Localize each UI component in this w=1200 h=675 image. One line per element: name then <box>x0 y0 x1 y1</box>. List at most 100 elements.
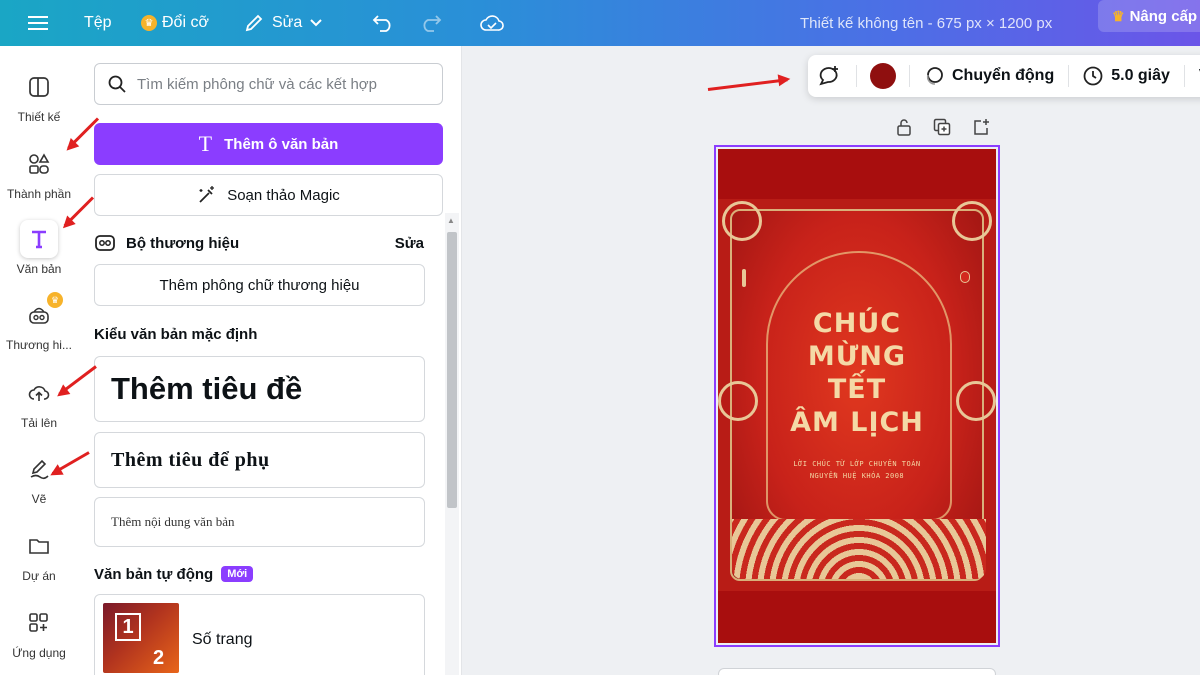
rail-label: Tải lên <box>20 416 58 430</box>
animate-label: Chuyển động <box>952 67 1055 84</box>
duration-label: 5.0 giây <box>1111 67 1170 84</box>
rail-item-apps[interactable]: Ứng dụng <box>0 604 78 675</box>
edit-menu[interactable]: Sửa <box>244 0 322 46</box>
color-swatch[interactable] <box>870 63 896 89</box>
rail-item-draw[interactable]: Vẽ <box>0 450 78 522</box>
text-icon: T <box>198 131 213 156</box>
crown-icon: ♛ <box>47 292 63 308</box>
page-numbers-thumbnail: 1 2 <box>103 603 179 673</box>
greeting-subtitle[interactable]: LỜI CHÚC TỪ LỚP CHUYÊN TOÁN NGUYỄN HUỆ K… <box>718 458 996 482</box>
upgrade-label: Nâng cấp <box>1129 7 1198 25</box>
page-numbers-card[interactable]: 1 2 Số trang <box>94 594 425 675</box>
add-subheading-button[interactable]: Thêm tiêu để phụ <box>94 432 425 488</box>
add-page-icon[interactable] <box>972 118 990 136</box>
toolbar-divider <box>909 65 910 87</box>
cloud-saved-icon[interactable] <box>480 0 504 46</box>
rail-item-upload[interactable]: Tải lên <box>0 374 78 446</box>
add-body-text-label: Thêm nội dung văn bản <box>111 514 235 529</box>
add-heading-button[interactable]: Thêm tiêu đề <box>94 356 425 422</box>
animate-icon <box>924 66 944 86</box>
title-line: CHÚC <box>812 308 902 339</box>
element-toolbar: Chuyển động 5.0 giây V <box>808 55 1200 97</box>
toolbar-divider <box>1183 65 1185 87</box>
title-line: MỪNG <box>807 341 907 372</box>
cloud-ornament <box>722 201 762 241</box>
search-input[interactable] <box>137 75 437 93</box>
title-line: TẾT <box>827 374 887 405</box>
resize-label: Đổi cỡ <box>162 14 209 31</box>
undo-icon[interactable] <box>372 0 394 46</box>
search-icon <box>107 74 127 94</box>
add-brand-font-button[interactable]: Thêm phông chữ thương hiệu <box>94 264 425 306</box>
rail-label: Thành phần <box>6 187 72 201</box>
clock-icon <box>1083 66 1103 86</box>
duration-button[interactable]: 5.0 giây <box>1083 66 1170 86</box>
add-page-bar[interactable] <box>718 668 996 675</box>
elements-icon <box>20 145 58 183</box>
rail-item-brand[interactable]: ♛ Thương hi... <box>0 292 78 368</box>
brand-icon <box>94 233 116 253</box>
duplicate-page-icon[interactable] <box>933 118 951 136</box>
file-menu-label: Tệp <box>84 14 112 31</box>
add-brand-font-label: Thêm phông chữ thương hiệu <box>159 276 360 294</box>
add-textbox-button[interactable]: T Thêm ô văn bản <box>94 123 443 165</box>
animate-button[interactable]: Chuyển động <box>924 66 1054 86</box>
auto-text-label: Văn bản tự động <box>94 566 214 583</box>
add-textbox-label: Thêm ô văn bản <box>224 135 339 153</box>
brand-edit-link[interactable]: Sửa <box>395 235 424 252</box>
rail-item-projects[interactable]: Dự án <box>0 527 78 599</box>
toolbar-divider <box>1068 65 1070 87</box>
brand-kit-label: Bộ thương hiệu <box>126 234 240 252</box>
add-body-text-button[interactable]: Thêm nội dung văn bản <box>94 497 425 547</box>
magic-wand-icon <box>197 185 227 205</box>
brand-kit-row: Bộ thương hiệu Sửa <box>94 232 424 254</box>
hamburger-icon[interactable] <box>28 0 48 46</box>
rail-label: Thiết kế <box>17 110 61 124</box>
rail-label: Vẽ <box>31 492 47 506</box>
rail-label: Dự án <box>22 569 56 583</box>
design-icon <box>20 68 58 106</box>
annotation-arrow <box>707 78 788 91</box>
wave-ornament <box>732 519 986 579</box>
subtitle-line: LỜI CHÚC TỪ LỚP CHUYÊN TOÁN <box>793 460 921 468</box>
default-styles-heading: Kiểu văn bản mặc định <box>94 326 258 343</box>
rail-label: Văn bản <box>16 262 62 276</box>
document-title[interactable]: Thiết kế không tên - 675 px × 1200 px <box>800 0 1052 46</box>
crown-icon: ♛ <box>1112 7 1125 24</box>
top-bar: Tệp ♛ Đổi cỡ Sửa Thiết kế không tên - 67… <box>0 0 1200 46</box>
greeting-title[interactable]: CHÚC MỪNG TẾT ÂM LỊCH <box>718 307 996 439</box>
search-box[interactable] <box>94 63 443 105</box>
rail-item-elements[interactable]: Thành phần <box>0 145 78 217</box>
add-heading-label: Thêm tiêu đề <box>111 371 303 406</box>
scrollbar-thumb[interactable] <box>447 232 457 508</box>
title-line: ÂM LỊCH <box>790 407 924 438</box>
upload-icon <box>20 374 58 412</box>
resize-button[interactable]: ♛ Đổi cỡ <box>141 0 209 46</box>
rail-label: Thương hi... <box>6 338 72 352</box>
upgrade-button[interactable]: ♛ Nâng cấp <box>1098 0 1200 32</box>
magic-write-label: Soạn thảo Magic <box>227 186 340 204</box>
add-subheading-label: Thêm tiêu để phụ <box>111 448 270 471</box>
thumb-number-1: 1 <box>115 613 141 641</box>
rail-item-design[interactable]: Thiết kế <box>0 68 78 140</box>
lock-icon[interactable] <box>895 118 913 136</box>
magic-write-button[interactable]: Soạn thảo Magic <box>94 174 443 216</box>
add-comment-icon[interactable] <box>816 64 842 88</box>
rail-label: Ứng dụng <box>12 646 66 660</box>
redo-icon[interactable] <box>420 0 442 46</box>
lantern-ornament <box>960 271 970 283</box>
text-panel: T Thêm ô văn bản Soạn thảo Magic ▲ Bộ th… <box>78 46 462 675</box>
scroll-up-arrow-icon[interactable]: ▲ <box>447 216 455 225</box>
apps-icon <box>20 604 58 642</box>
side-rail: Thiết kế Thành phần Văn bản ♛ Thương hi.… <box>0 46 78 675</box>
toolbar-divider <box>856 65 857 87</box>
pencil-icon <box>244 13 264 33</box>
crown-icon: ♛ <box>141 15 157 31</box>
edit-menu-label: Sửa <box>272 14 303 31</box>
folder-icon <box>20 527 58 565</box>
cloud-ornament <box>952 201 992 241</box>
design-page[interactable]: CHÚC MỪNG TẾT ÂM LỊCH LỜI CHÚC TỪ LỚP CH… <box>718 149 996 643</box>
page-numbers-label: Số trang <box>192 631 253 648</box>
file-menu[interactable]: Tệp <box>84 0 112 46</box>
text-icon <box>20 220 58 258</box>
